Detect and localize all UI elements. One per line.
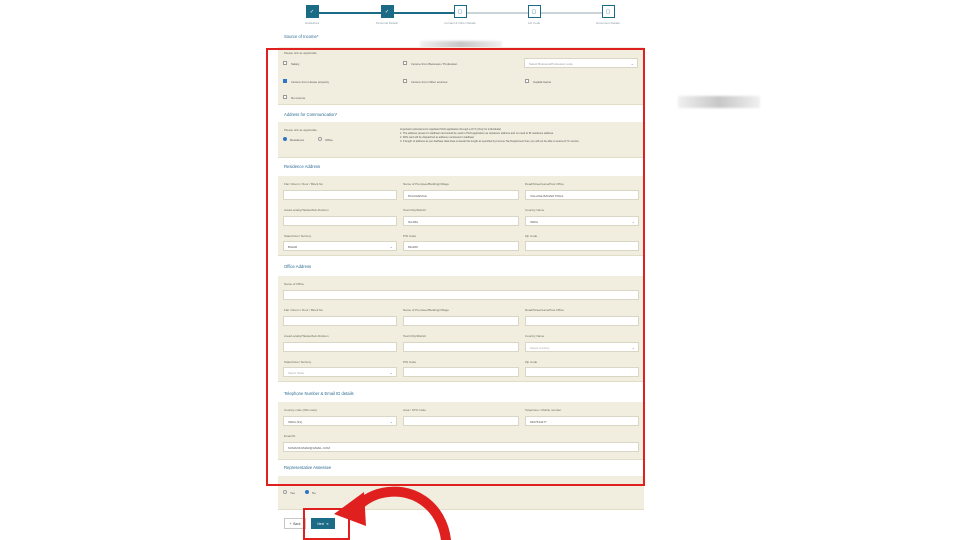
step-label: Document Details	[596, 21, 620, 25]
representative-no-label: No	[312, 490, 316, 495]
step-guidelines[interactable]: ✓ Guidelines	[292, 5, 332, 25]
document-icon: ▢	[527, 5, 541, 18]
check-icon: ✓	[305, 5, 319, 18]
step-label: AO Code	[527, 21, 541, 25]
section-title-source-of-income: Source of Income*	[284, 34, 319, 39]
document-icon: ▢	[601, 5, 615, 18]
document-icon: ▢	[453, 5, 467, 18]
back-button-label: Back	[293, 521, 301, 526]
representative-yes-label: Yes	[290, 490, 295, 495]
progress-stepper: ✓ Guidelines ✓ Personal Details ▢ Contac…	[292, 5, 632, 31]
plus-icon: +	[289, 521, 292, 526]
annotation-arrow-icon	[334, 486, 451, 540]
check-icon: ✓	[380, 5, 394, 18]
representative-yes-radio[interactable]	[283, 490, 287, 494]
step-label: Personal Details	[376, 21, 398, 25]
step-document-details[interactable]: ▢ Document Details	[588, 5, 628, 25]
representative-no-radio[interactable]	[305, 490, 309, 494]
highlight-frame	[266, 48, 645, 486]
step-label: Guidelines	[304, 21, 320, 25]
redacted-area	[678, 96, 760, 108]
step-contact-details[interactable]: ▢ Contact & Other Details	[440, 5, 480, 25]
step-label: Contact & Other Details	[444, 21, 476, 25]
step-personal-details[interactable]: ✓ Personal Details	[367, 5, 407, 25]
step-ao-code[interactable]: ▢ AO Code	[514, 5, 554, 25]
